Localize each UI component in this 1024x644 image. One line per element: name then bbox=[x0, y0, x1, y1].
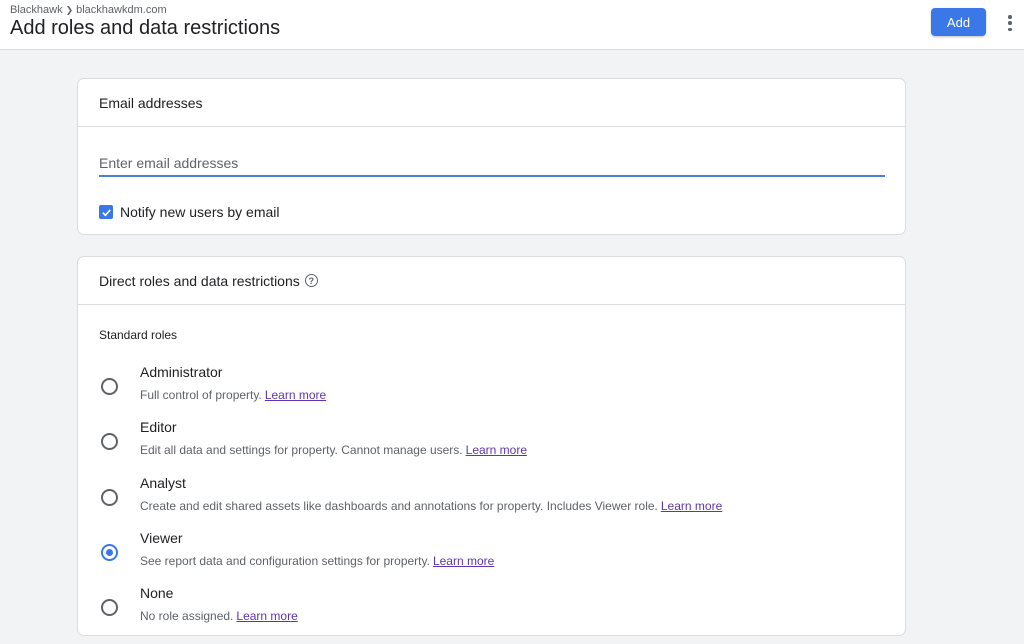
email-card-title: Email addresses bbox=[78, 79, 905, 127]
page-header: Blackhawk ❯ blackhawkdm.com Add roles an… bbox=[0, 0, 1024, 50]
roles-card-header: Direct roles and data restrictions ? bbox=[78, 257, 905, 305]
role-name: None bbox=[140, 585, 174, 601]
role-name: Analyst bbox=[140, 475, 186, 491]
more-vert-icon[interactable] bbox=[1002, 13, 1018, 33]
page-title: Add roles and data restrictions bbox=[10, 17, 281, 39]
radio-analyst[interactable] bbox=[101, 489, 118, 506]
radio-none[interactable] bbox=[101, 599, 118, 616]
breadcrumb: Blackhawk ❯ blackhawkdm.com bbox=[10, 4, 167, 16]
role-option-viewer[interactable]: Viewer See report data and configuration… bbox=[99, 530, 889, 580]
role-name: Editor bbox=[140, 419, 177, 435]
roles-card-title: Direct roles and data restrictions bbox=[99, 272, 300, 289]
add-button[interactable]: Add bbox=[931, 8, 986, 36]
role-option-editor[interactable]: Editor Edit all data and settings for pr… bbox=[99, 419, 889, 469]
chevron-right-icon: ❯ bbox=[65, 4, 74, 15]
help-circle-icon[interactable]: ? bbox=[304, 274, 318, 287]
notify-label: Notify new users by email bbox=[120, 204, 280, 220]
learn-more-link[interactable]: Learn more bbox=[236, 609, 297, 623]
direct-roles-card: Direct roles and data restrictions ? Sta… bbox=[77, 256, 906, 636]
learn-more-link[interactable]: Learn more bbox=[466, 443, 527, 457]
standard-roles-label: Standard roles bbox=[99, 328, 178, 342]
role-description: See report data and configuration settin… bbox=[140, 554, 495, 568]
role-name: Viewer bbox=[140, 530, 183, 546]
email-addresses-card: Email addresses Notify new users by emai… bbox=[77, 78, 906, 235]
role-description: Edit all data and settings for property.… bbox=[140, 443, 528, 457]
check-icon bbox=[101, 208, 111, 216]
role-option-none[interactable]: None No role assigned. Learn more bbox=[99, 585, 889, 635]
email-input[interactable] bbox=[99, 151, 885, 177]
radio-administrator[interactable] bbox=[101, 378, 118, 395]
radio-editor[interactable] bbox=[101, 433, 118, 450]
breadcrumb-account[interactable]: Blackhawk bbox=[10, 4, 63, 16]
notify-checkbox-row[interactable]: Notify new users by email bbox=[99, 204, 280, 220]
learn-more-link[interactable]: Learn more bbox=[433, 554, 494, 568]
learn-more-link[interactable]: Learn more bbox=[265, 388, 326, 402]
role-option-administrator[interactable]: Administrator Full control of property. L… bbox=[99, 364, 889, 414]
learn-more-link[interactable]: Learn more bbox=[661, 499, 722, 513]
breadcrumb-property[interactable]: blackhawkdm.com bbox=[76, 4, 166, 16]
role-name: Administrator bbox=[140, 364, 223, 380]
radio-viewer[interactable] bbox=[101, 544, 118, 561]
notify-checkbox[interactable] bbox=[99, 205, 113, 219]
role-description: No role assigned. Learn more bbox=[140, 609, 298, 623]
role-description: Full control of property. Learn more bbox=[140, 388, 327, 402]
role-option-analyst[interactable]: Analyst Create and edit shared assets li… bbox=[99, 475, 889, 525]
role-description: Create and edit shared assets like dashb… bbox=[140, 499, 723, 513]
